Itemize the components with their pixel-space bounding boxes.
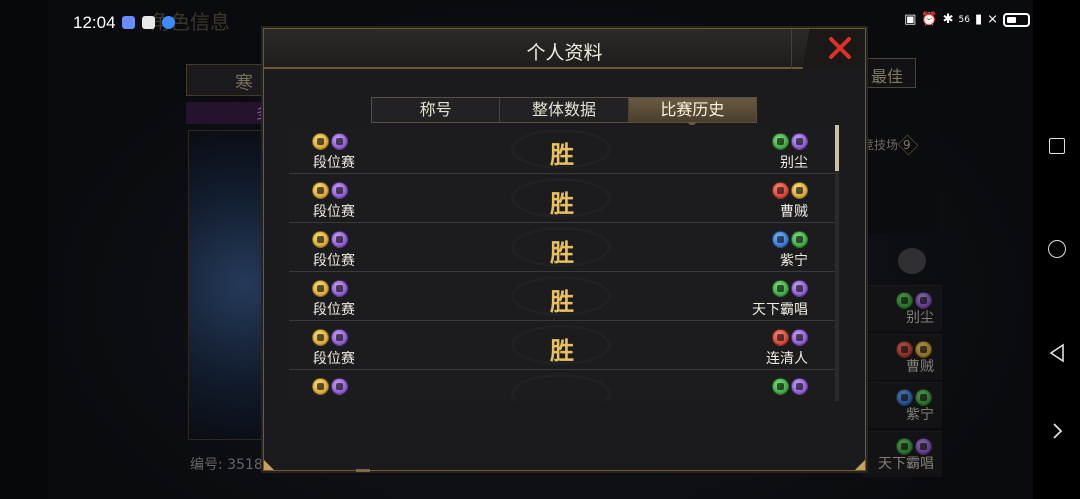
match-result: 胜: [550, 189, 574, 218]
modal-tabs: 称号 整体数据 比赛历史: [371, 97, 757, 127]
triangle-back-icon: [1049, 343, 1064, 363]
match-row[interactable]: 段位赛胜曹贼: [289, 174, 835, 223]
match-result: 胜: [550, 336, 574, 365]
back-button[interactable]: [1033, 333, 1080, 373]
nfc-icon: ▣: [904, 12, 917, 27]
battery-icon: [1003, 12, 1030, 27]
chevron-right-icon: [1052, 423, 1062, 439]
match-result: 胜: [550, 140, 574, 169]
hero-icon: [772, 378, 789, 395]
match-row[interactable]: 段位赛胜天下霸唱: [289, 272, 835, 321]
scrollbar-thumb[interactable]: [835, 125, 839, 171]
match-row[interactable]: 段位赛胜连清人: [289, 321, 835, 370]
match-row[interactable]: 段位赛胜别尘: [289, 125, 835, 174]
list-scrollbar[interactable]: [835, 125, 839, 401]
opponent-name: 别尘: [780, 155, 808, 171]
network-type-label: 56: [958, 14, 970, 25]
status-time: 12:04: [73, 13, 116, 32]
tab-title[interactable]: 称号: [372, 98, 501, 122]
match-row[interactable]: [289, 370, 835, 401]
alarm-icon: ⏰: [921, 12, 938, 27]
frame-corner-icon: [855, 460, 865, 470]
music-app-icon: [122, 16, 135, 29]
home-button[interactable]: [1033, 229, 1080, 269]
hero-icon: [331, 378, 348, 395]
opponent-name: 天下霸唱: [752, 302, 808, 318]
player-hero-icons: [312, 378, 348, 395]
match-row[interactable]: 段位赛胜紫宁: [289, 223, 835, 272]
tab-match-history[interactable]: 比赛历史: [628, 98, 756, 127]
frame-ornament: [356, 469, 370, 472]
signal-icon: ▮: [974, 12, 983, 27]
wifi-off-icon: ⨯: [987, 12, 998, 27]
browser-app-icon: [162, 16, 175, 29]
opponent-name: 连清人: [766, 351, 808, 367]
square-icon: [1048, 138, 1065, 154]
circle-icon: [1047, 240, 1066, 258]
frame-corner-icon: [264, 460, 274, 470]
match-result: 胜: [550, 238, 574, 267]
chat-app-icon: [142, 16, 155, 29]
bluetooth-icon: ✱: [942, 12, 954, 27]
navigation-bar: [1033, 0, 1080, 499]
expand-button[interactable]: [1033, 411, 1080, 451]
opponent-name: 曹贼: [780, 204, 808, 220]
profile-modal: 个人资料 称号 整体数据 比赛历史 段位赛胜别尘 段位赛胜曹贼 段位赛胜紫宁 段位赛胜…: [263, 28, 866, 472]
emblem-watermark-icon: [511, 374, 611, 401]
status-bar: 12:04 ▣ ⏰ ✱ 56 ▮ ⨯: [0, 0, 1080, 44]
tab-overall-data[interactable]: 整体数据: [500, 98, 629, 122]
opponent-name: 紫宁: [780, 253, 808, 269]
match-history-list[interactable]: 段位赛胜别尘 段位赛胜曹贼 段位赛胜紫宁 段位赛胜天下霸唱 段位赛胜连清人: [289, 125, 837, 401]
hero-icon: [312, 378, 329, 395]
opponent-hero-icons: [772, 378, 808, 395]
recent-apps-button[interactable]: [1033, 126, 1080, 166]
hero-icon: [791, 378, 808, 395]
status-icons: ▣ ⏰ ✱ 56 ▮ ⨯: [904, 12, 1030, 27]
